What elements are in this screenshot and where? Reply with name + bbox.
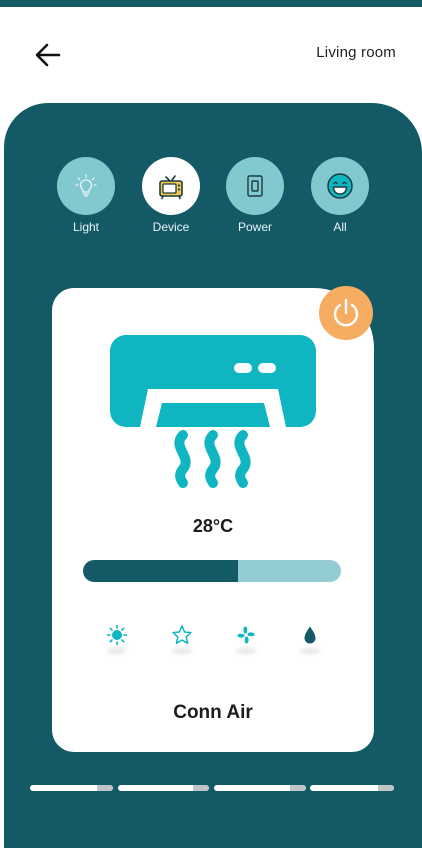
sun-icon <box>106 624 128 646</box>
back-button[interactable] <box>30 37 66 73</box>
arrow-left-icon <box>35 43 61 67</box>
power-icon <box>333 298 359 327</box>
category-label: Light <box>72 220 100 234</box>
page-indicator <box>310 785 394 791</box>
page-indicator <box>214 785 306 791</box>
temperature-label: 28°C <box>192 516 234 536</box>
category-label: All <box>333 220 347 234</box>
fan-icon <box>237 626 255 644</box>
category-power[interactable]: Power <box>219 157 291 234</box>
mode-droplet-button[interactable] <box>297 622 323 648</box>
device-card: 28°C Conn Air <box>52 288 374 752</box>
room-title: Living room <box>316 44 396 61</box>
power-button[interactable] <box>319 286 373 340</box>
top-strip <box>0 0 422 7</box>
mode-star-button[interactable] <box>169 622 195 648</box>
category-device[interactable]: Device <box>135 157 207 234</box>
category-light[interactable]: Light <box>50 157 122 234</box>
lightbulb-icon <box>75 174 97 197</box>
category-label: Power <box>237 220 272 234</box>
page-indicator <box>118 785 209 791</box>
mode-fan-button[interactable] <box>233 622 259 648</box>
category-label: Device <box>152 220 190 234</box>
temperature-slider[interactable] <box>83 560 341 582</box>
droplet-icon <box>304 626 316 644</box>
smiley-icon <box>327 173 353 199</box>
category-all[interactable]: All <box>304 157 376 234</box>
switch-icon <box>247 175 263 197</box>
device-name: Conn Air <box>173 702 253 723</box>
page-indicator <box>30 785 113 791</box>
mode-sun-button[interactable] <box>104 622 130 648</box>
slider-fill <box>83 560 238 582</box>
star-icon <box>172 625 192 645</box>
tv-icon <box>159 175 183 200</box>
device-panel: Light Device Power All 28°C Conn Air <box>4 103 422 848</box>
air-conditioner-icon <box>110 335 316 488</box>
header: Living room <box>0 7 422 105</box>
